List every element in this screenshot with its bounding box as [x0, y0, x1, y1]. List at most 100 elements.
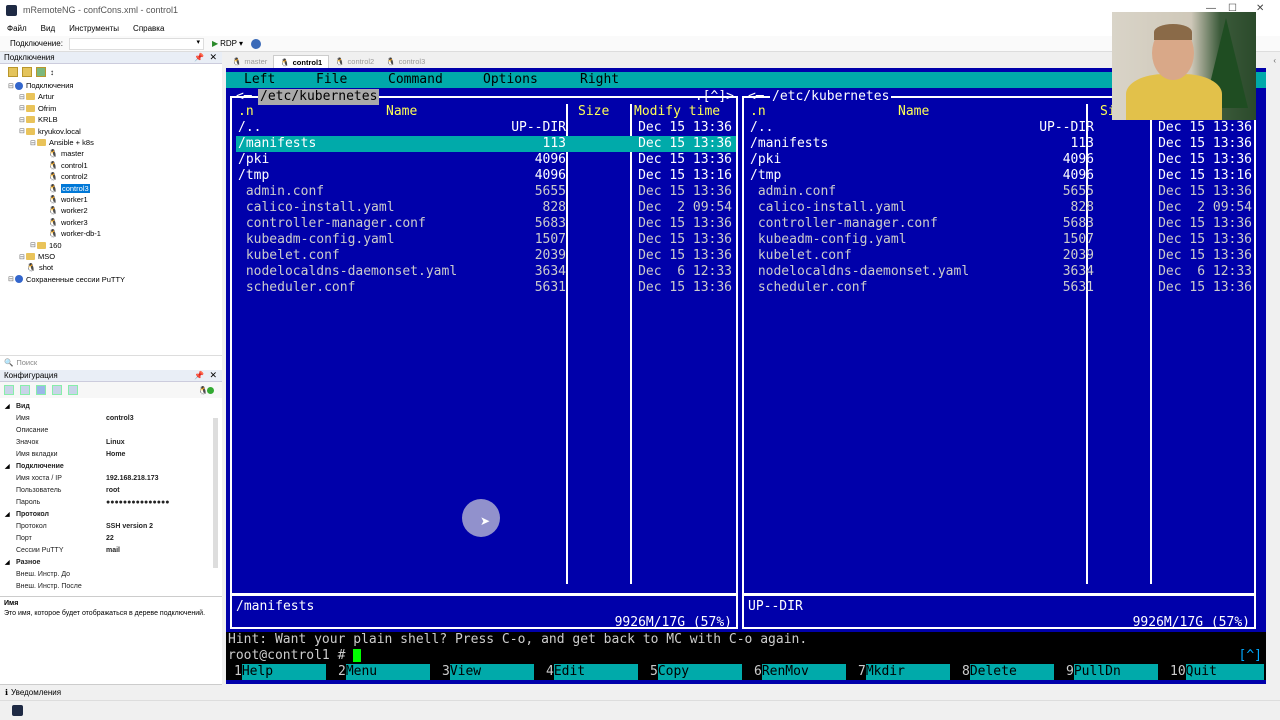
mc-file-row[interactable]: admin.conf 5655 Dec 15 13:36 — [748, 184, 1254, 200]
mc-file-row[interactable]: calico-install.yaml 828 Dec 2 09:54 — [236, 200, 736, 216]
mc-file-row[interactable]: kubeadm-config.yaml 1507 Dec 15 13:36 — [748, 232, 1254, 248]
property-category[interactable]: ◢ Подключение — [0, 460, 212, 472]
property-category[interactable]: ◢ Разное — [0, 556, 212, 568]
expander-icon[interactable]: ⊟ — [30, 241, 37, 249]
mc-menu-left[interactable]: Left — [244, 72, 275, 88]
close-icon[interactable]: ✕ — [1256, 3, 1264, 14]
menu-tools[interactable]: Инструменты — [62, 24, 126, 33]
property-value[interactable]: ●●●●●●●●●●●●●●● — [106, 499, 169, 506]
expander-icon[interactable]: ⊟ — [19, 104, 26, 112]
property-value[interactable]: 192.168.218.173 — [106, 475, 159, 482]
property-row[interactable]: Внеш. Инстр. До — [0, 568, 212, 580]
terminal-scrollbar[interactable] — [1266, 68, 1280, 684]
mc-file-row[interactable]: controller-manager.conf 5683 Dec 15 13:36 — [236, 216, 736, 232]
menu-view[interactable]: Вид — [34, 24, 62, 33]
new-connection-icon[interactable] — [8, 67, 18, 77]
property-value[interactable]: control3 — [106, 415, 134, 422]
mc-fkey-view[interactable]: 3View — [442, 664, 534, 680]
tree-item[interactable]: 🐧 shot — [19, 262, 53, 273]
mc-file-row[interactable]: nodelocaldns-daemonset.yaml 3634 Dec 6 12:… — [748, 264, 1254, 280]
mc-file-row[interactable]: kubelet.conf 2039 Dec 15 13:36 — [236, 248, 736, 264]
mc-menu-command[interactable]: Command — [388, 72, 443, 88]
mc-file-row[interactable]: kubelet.conf 2039 Dec 15 13:36 — [748, 248, 1254, 264]
property-value[interactable]: root — [106, 487, 120, 494]
menu-help[interactable]: Справка — [126, 24, 171, 33]
mc-file-row[interactable]: /.. UP--DIR Dec 15 13:36 — [236, 120, 736, 136]
mc-file-row[interactable]: calico-install.yaml 828 Dec 2 09:54 — [748, 200, 1254, 216]
sort-icon[interactable]: ↕ — [50, 68, 54, 77]
tree-item[interactable]: ⊟ Ansible + k8s — [30, 137, 94, 148]
mc-fkey-renmov[interactable]: 6RenMov — [754, 664, 846, 680]
tree-item[interactable]: 🐧 control2 — [41, 171, 88, 182]
mc-menu-file[interactable]: File — [316, 72, 347, 88]
pin-icon[interactable]: 📌 — [194, 53, 204, 62]
close-panel-icon[interactable]: ✕ — [209, 52, 217, 63]
properties-icon[interactable] — [36, 385, 46, 395]
mc-fkey-menu[interactable]: 2Menu — [338, 664, 430, 680]
tab-control2[interactable]: 🐧 control2 — [329, 55, 380, 68]
property-category[interactable]: ◢ Вид — [0, 400, 212, 412]
mc-file-row[interactable]: /pki 4096 Dec 15 13:36 — [748, 152, 1254, 168]
property-value[interactable]: mail — [106, 547, 120, 554]
inheritance-icon[interactable] — [52, 385, 62, 395]
tree-item[interactable]: 🐧 worker1 — [41, 194, 88, 205]
property-value[interactable]: SSH version 2 — [106, 523, 153, 530]
expander-icon[interactable]: ⊟ — [19, 253, 26, 261]
tab-control1[interactable]: 🐧 control1 — [273, 55, 330, 68]
mc-file-row[interactable]: /pki 4096 Dec 15 13:36 — [236, 152, 736, 168]
mc-file-row[interactable]: scheduler.conf 5631 Dec 15 13:36 — [748, 280, 1254, 296]
app-taskbar-icon[interactable] — [12, 705, 23, 716]
protocol-selector[interactable]: ▶ RDP ▾ — [212, 39, 243, 48]
search-bar[interactable]: 🔍 Поиск — [0, 355, 222, 369]
mc-fkey-quit[interactable]: 10Quit — [1170, 664, 1264, 680]
tree-item[interactable]: 🐧 master — [41, 148, 84, 159]
mc-file-row[interactable]: nodelocaldns-daemonset.yaml 3634 Dec 6 12:… — [236, 264, 736, 280]
tree-item[interactable]: ⊟ Ofrim — [19, 103, 56, 114]
shell-prompt[interactable]: root@control1 # [^] — [226, 648, 1266, 664]
pin-icon[interactable]: 📌 — [194, 371, 204, 380]
mc-file-row[interactable]: scheduler.conf 5631 Dec 15 13:36 — [236, 280, 736, 296]
mc-menu-options[interactable]: Options — [483, 72, 538, 88]
tab-master[interactable]: 🐧 master — [226, 55, 273, 68]
property-row[interactable]: Сессии PuTTY mail — [0, 544, 212, 556]
property-value[interactable]: 22 — [106, 535, 114, 542]
new-folder-icon[interactable] — [22, 67, 32, 77]
property-category[interactable]: ◢ Протокол — [0, 508, 212, 520]
terminal[interactable]: Left File Command Options Right <─ /etc/… — [226, 68, 1266, 684]
property-row[interactable]: Пароль ●●●●●●●●●●●●●●● — [0, 496, 212, 508]
mc-file-row[interactable]: /manifests 113 Dec 15 13:36 — [748, 136, 1254, 152]
property-row[interactable]: Имя control3 — [0, 412, 212, 424]
collapse-icon[interactable]: ◢ — [5, 403, 10, 410]
collapse-icon[interactable]: ◢ — [5, 463, 10, 470]
expander-icon[interactable]: ⊟ — [19, 93, 26, 101]
alphabetical-icon[interactable] — [20, 385, 30, 395]
property-value[interactable]: Home — [106, 451, 125, 458]
property-row[interactable]: Имя вкладки Home — [0, 448, 212, 460]
close-panel-icon[interactable]: ✕ — [209, 370, 217, 381]
collapse-icon[interactable]: ◢ — [5, 511, 10, 518]
mc-fkey-copy[interactable]: 5Copy — [650, 664, 742, 680]
mc-fkey-help[interactable]: 1Help — [234, 664, 326, 680]
property-row[interactable]: Значок Linux — [0, 436, 212, 448]
tree-item[interactable]: 🐧 control3 — [41, 183, 90, 194]
tree-item[interactable]: 🐧 worker-db-1 — [41, 228, 101, 239]
view-icon[interactable] — [36, 67, 46, 77]
tree-item[interactable]: 🐧 worker3 — [41, 217, 88, 228]
expander-icon[interactable]: ⊟ — [19, 116, 26, 124]
expander-icon[interactable]: ⊟ — [19, 127, 26, 135]
property-row[interactable]: Порт 22 — [0, 532, 212, 544]
mc-file-row[interactable]: admin.conf 5655 Dec 15 13:36 — [236, 184, 736, 200]
property-value[interactable]: Linux — [106, 439, 125, 446]
default-inheritance-icon[interactable] — [68, 385, 78, 395]
property-grid-scrollbar[interactable] — [213, 418, 218, 568]
notifications-tab[interactable]: ℹ Уведомления — [0, 684, 222, 700]
mc-fkey-pulldn[interactable]: 9PullDn — [1066, 664, 1158, 680]
mc-fkey-delete[interactable]: 8Delete — [962, 664, 1054, 680]
property-row[interactable]: Описание — [0, 424, 212, 436]
property-row[interactable]: Пользователь root — [0, 484, 212, 496]
property-row[interactable]: Внеш. Инстр. После — [0, 580, 212, 592]
tab-scroll-arrows[interactable]: ‹ — [1273, 56, 1276, 65]
tree-item[interactable]: 🐧 worker2 — [41, 205, 88, 216]
tree-item[interactable]: ⊟ Подключения — [8, 80, 73, 91]
mc-file-row[interactable]: kubeadm-config.yaml 1507 Dec 15 13:36 — [236, 232, 736, 248]
